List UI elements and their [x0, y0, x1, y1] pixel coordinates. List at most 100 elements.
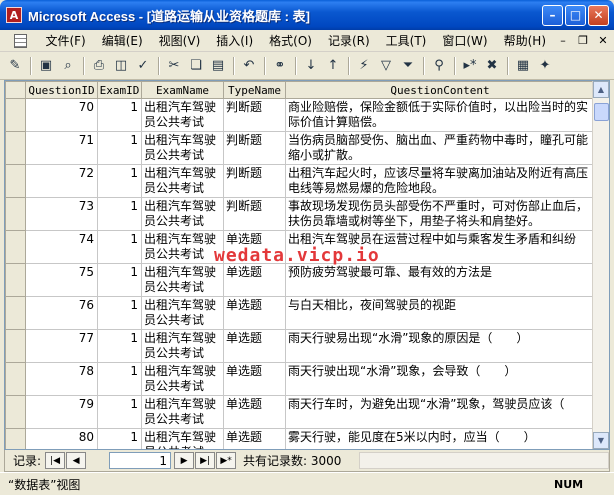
cell-questioncontent[interactable]: 雾天行驶，能见度在5米以内时，应当（ ）: [285, 428, 595, 449]
cell-questioncontent[interactable]: 事故现场发现伤员头部受伤不严重时，可对伤部止血后，扶伤员靠墙或树等坐下，用垫子将…: [285, 197, 595, 231]
maximize-icon[interactable]: □: [565, 4, 586, 26]
cell-examname[interactable]: 出租汽车驾驶员公共考试: [141, 164, 224, 198]
column-header-questioncontent[interactable]: QuestionContent: [285, 81, 595, 99]
cell-typename[interactable]: 判断题: [223, 164, 286, 198]
cell-typename[interactable]: 判断题: [223, 131, 286, 165]
column-header-typename[interactable]: TypeName: [223, 81, 286, 99]
menu-view[interactable]: 视图(V): [151, 32, 209, 49]
cell-examid[interactable]: 1: [97, 230, 142, 264]
cell-questionid[interactable]: 73: [25, 197, 98, 231]
cell-questioncontent[interactable]: 预防疲劳驾驶最可靠、最有效的方法是: [285, 263, 595, 297]
cut-icon[interactable]: ✂: [164, 56, 184, 76]
cell-examid[interactable]: 1: [97, 362, 142, 396]
row-selector[interactable]: [5, 296, 26, 330]
row-selector[interactable]: [5, 230, 26, 264]
first-record-icon[interactable]: |◀: [45, 452, 66, 469]
table-row[interactable]: 76 1 出租汽车驾驶员公共考试 单选题 与白天相比，夜间驾驶员的视距: [5, 296, 595, 330]
table-row[interactable]: 79 1 出租汽车驾驶员公共考试 单选题 雨天行车时，为避免出现“水滑”现象，驾驶员应该…: [5, 395, 595, 429]
new-record-nav-icon[interactable]: ▶*: [216, 452, 237, 469]
column-header-examid[interactable]: ExamID: [97, 81, 142, 99]
cell-examid[interactable]: 1: [97, 164, 142, 198]
table-row[interactable]: 75 1 出租汽车驾驶员公共考试 单选题 预防疲劳驾驶最可靠、最有效的方法是: [5, 263, 595, 297]
new-record-icon[interactable]: ▸*: [460, 56, 480, 76]
menu-tools[interactable]: 工具(T): [378, 32, 435, 49]
view-icon[interactable]: ✎: [5, 56, 25, 76]
cell-examname[interactable]: 出租汽车驾驶员公共考试: [141, 197, 224, 231]
table-row[interactable]: 71 1 出租汽车驾驶员公共考试 判断题 当伤病员脑部受伤、脑出血、严重药物中毒时，瞳孔…: [5, 131, 595, 165]
paste-icon[interactable]: ▤: [208, 56, 228, 76]
delete-record-icon[interactable]: ✖: [482, 56, 502, 76]
cell-typename[interactable]: 判断题: [223, 197, 286, 231]
column-header-examname[interactable]: ExamName: [141, 81, 224, 99]
table-row[interactable]: 73 1 出租汽车驾驶员公共考试 判断题 事故现场发现伤员头部受伤不严重时，可对伤部止血…: [5, 197, 595, 231]
next-record-icon[interactable]: ▶: [174, 452, 195, 469]
table-row[interactable]: 77 1 出租汽车驾驶员公共考试 单选题 雨天行驶易出现“水滑”现象的原因是（ ）: [5, 329, 595, 363]
cell-examname[interactable]: 出租汽车驾驶员公共考试: [141, 296, 224, 330]
cell-questionid[interactable]: 74: [25, 230, 98, 264]
cell-typename[interactable]: 单选题: [223, 329, 286, 363]
table-row[interactable]: 801出租汽车驾驶员公共考试单选题雾天行驶，能见度在5米以内时，应当（ ）: [5, 428, 595, 449]
cell-examname[interactable]: 出租汽车驾驶员公共考试: [141, 362, 224, 396]
cell-typename[interactable]: 判断题: [223, 98, 286, 132]
spelling-icon[interactable]: ✓: [133, 56, 153, 76]
scroll-thumb[interactable]: [594, 103, 609, 121]
print-preview-icon[interactable]: ◫: [111, 56, 131, 76]
cell-examid[interactable]: 1: [97, 131, 142, 165]
table-row[interactable]: 72 1 出租汽车驾驶员公共考试 判断题 出租汽车起火时，应该尽量将车驶离加油站及附近有…: [5, 164, 595, 198]
filter-by-form-icon[interactable]: ▽: [376, 56, 396, 76]
record-number-input[interactable]: [109, 452, 172, 469]
child-restore-icon[interactable]: ❐: [574, 33, 592, 49]
row-selector[interactable]: [5, 428, 26, 449]
horizontal-scrollbar[interactable]: [359, 452, 609, 469]
cell-questionid[interactable]: 79: [25, 395, 98, 429]
sort-descending-icon[interactable]: ↑: [323, 56, 343, 76]
database-window-icon[interactable]: ▦: [513, 56, 533, 76]
cell-typename[interactable]: 单选题: [223, 428, 286, 449]
row-selector[interactable]: [5, 329, 26, 363]
cell-questioncontent[interactable]: 与白天相比，夜间驾驶员的视距: [285, 296, 595, 330]
cell-examname[interactable]: 出租汽车驾驶员公共考试: [141, 131, 224, 165]
cell-examid[interactable]: 1: [97, 296, 142, 330]
cell-typename[interactable]: 单选题: [223, 296, 286, 330]
menu-insert[interactable]: 插入(I): [208, 32, 261, 49]
cell-questionid[interactable]: 72: [25, 164, 98, 198]
row-selector[interactable]: [5, 197, 26, 231]
menu-help[interactable]: 帮助(H): [496, 32, 554, 49]
cell-questionid[interactable]: 75: [25, 263, 98, 297]
cell-questionid[interactable]: 71: [25, 131, 98, 165]
corner-selector[interactable]: [5, 81, 26, 99]
undo-icon[interactable]: ↶: [239, 56, 259, 76]
previous-record-icon[interactable]: ◀: [66, 452, 87, 469]
cell-questioncontent[interactable]: 当伤病员脑部受伤、脑出血、严重药物中毒时，瞳孔可能缩小或扩散。: [285, 131, 595, 165]
table-row[interactable]: 78 1 出租汽车驾驶员公共考试 单选题 雨天行驶出现“水滑”现象，会导致（ ）: [5, 362, 595, 396]
cell-questioncontent[interactable]: 商业险赔偿，保险金额低于实际价值时，以出险当时的实际价值计算赔偿。: [285, 98, 595, 132]
cell-questionid[interactable]: 80: [25, 428, 98, 449]
row-selector[interactable]: [5, 395, 26, 429]
cell-typename[interactable]: 单选题: [223, 362, 286, 396]
cell-typename[interactable]: 单选题: [223, 263, 286, 297]
minimize-icon[interactable]: –: [542, 4, 563, 26]
cell-questioncontent[interactable]: 雨天行车时，为避免出现“水滑”现象，驾驶员应该（: [285, 395, 595, 429]
cell-examid[interactable]: 1: [97, 263, 142, 297]
cell-examname[interactable]: 出租汽车驾驶员公共考试: [141, 329, 224, 363]
cell-examid[interactable]: 1: [97, 98, 142, 132]
search-file-icon[interactable]: ⌕: [58, 56, 78, 76]
last-record-icon[interactable]: ▶|: [195, 452, 216, 469]
row-selector[interactable]: [5, 164, 26, 198]
cell-questioncontent[interactable]: 雨天行驶出现“水滑”现象，会导致（ ）: [285, 362, 595, 396]
scroll-down-icon[interactable]: ▼: [593, 432, 609, 449]
cell-questioncontent[interactable]: 雨天行驶易出现“水滑”现象的原因是（ ）: [285, 329, 595, 363]
save-icon[interactable]: ▣: [36, 56, 56, 76]
cell-examid[interactable]: 1: [97, 428, 142, 449]
cell-examid[interactable]: 1: [97, 329, 142, 363]
cell-typename[interactable]: 单选题: [223, 230, 286, 264]
find-icon[interactable]: ⚲: [429, 56, 449, 76]
cell-examname[interactable]: 出租汽车驾驶员公共考试: [141, 263, 224, 297]
sort-ascending-icon[interactable]: ↓: [301, 56, 321, 76]
cell-questionid[interactable]: 70: [25, 98, 98, 132]
vertical-scrollbar[interactable]: ▲ ▼: [592, 81, 609, 449]
row-selector[interactable]: [5, 98, 26, 132]
row-selector[interactable]: [5, 131, 26, 165]
table-icon[interactable]: [14, 33, 28, 48]
menu-records[interactable]: 记录(R): [320, 32, 378, 49]
